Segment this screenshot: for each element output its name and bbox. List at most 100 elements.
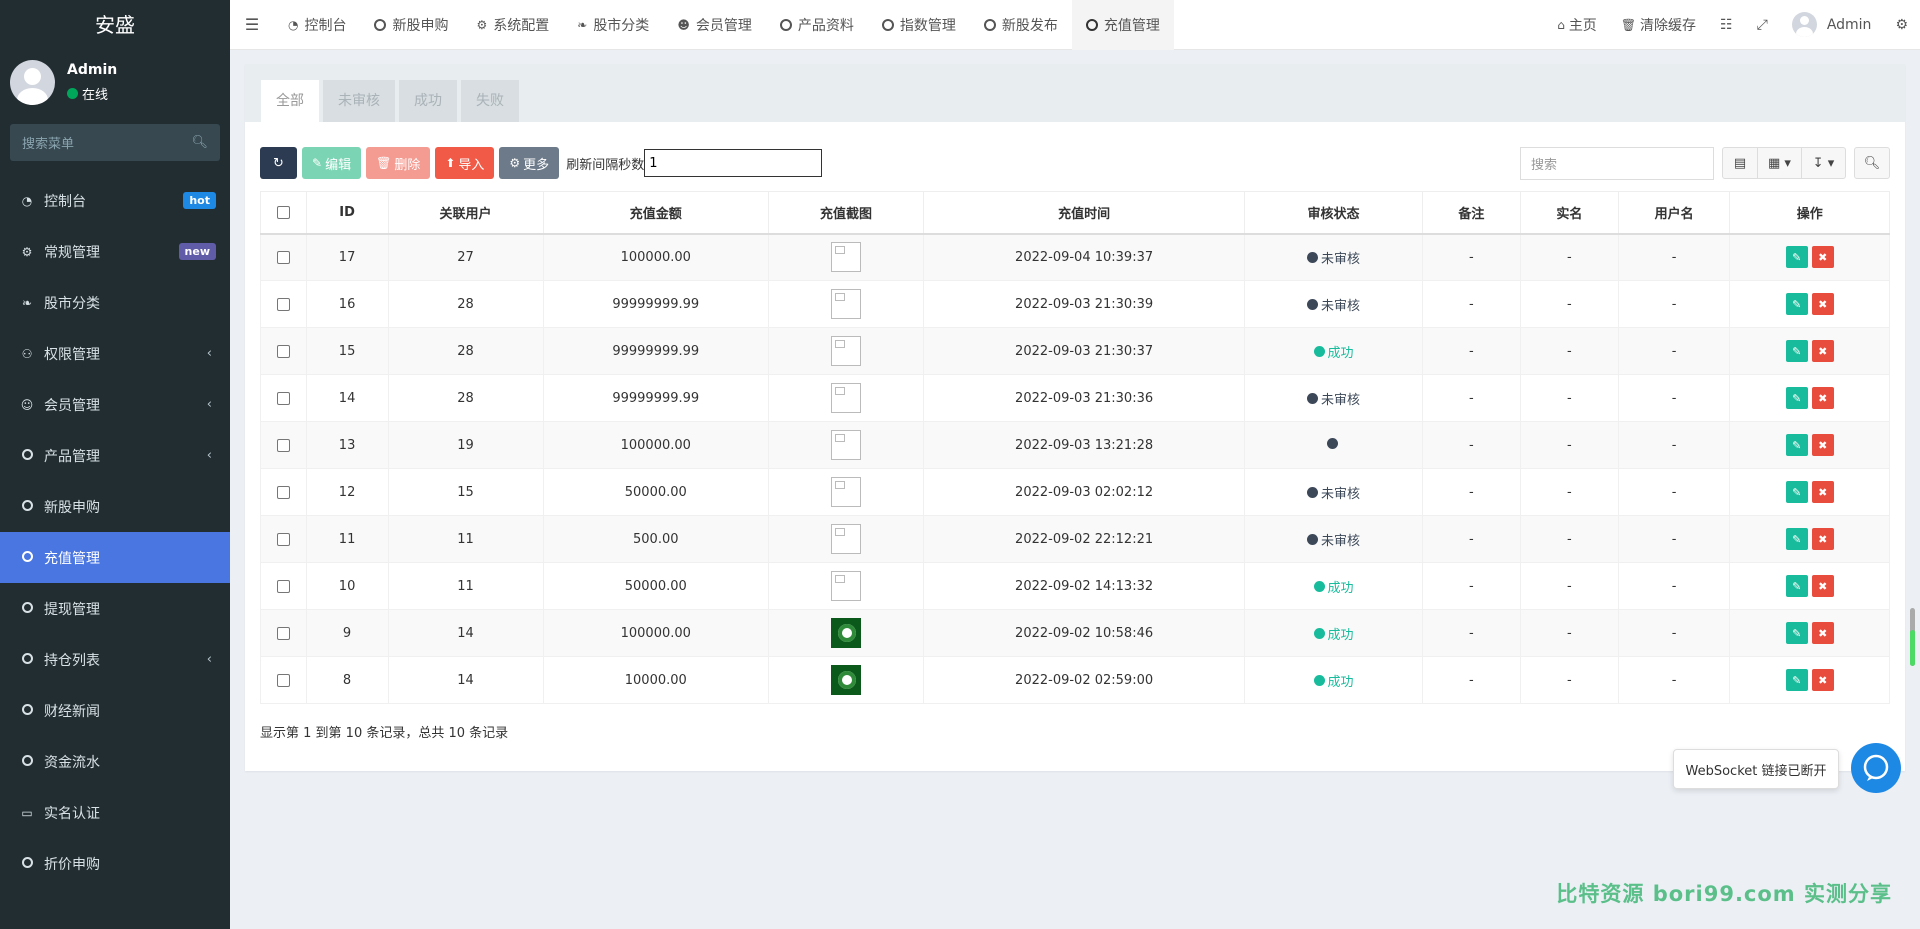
screenshot-thumbnail[interactable] <box>831 336 861 366</box>
row-checkbox[interactable] <box>276 344 290 358</box>
more-button[interactable]: ⚙ 更多 <box>499 147 560 179</box>
column-header[interactable]: 关联用户 <box>387 191 544 235</box>
table-row[interactable]: 10 11 50000.00 2022-09-02 14:13:32 成功 - - - ✎ ✖ <box>260 562 1890 610</box>
screenshot-thumbnail[interactable] <box>831 571 861 601</box>
table-row[interactable]: 13 19 100000.00 2022-09-03 13:21:28- - - ✎ ✖ <box>260 421 1890 469</box>
row-edit-button[interactable]: ✎ <box>1785 293 1808 315</box>
nav-tab[interactable]: 指数管理 <box>868 0 970 50</box>
filter-tab[interactable]: 全部 <box>261 80 319 122</box>
delete-button[interactable]: 🗑︎ 删除 <box>366 147 431 179</box>
table-row[interactable]: 16 28 99999999.99 2022-09-03 21:30:39 未审核 - - -… <box>260 280 1890 328</box>
user-menu[interactable]: Admin <box>1780 12 1884 37</box>
sidebar-item[interactable]: 折价申购 <box>0 838 230 889</box>
refresh-interval-input[interactable] <box>644 149 823 177</box>
nav-tab[interactable]: 新股申购 <box>360 0 462 50</box>
column-header[interactable]: ID <box>305 191 389 235</box>
translate-icon[interactable]: ☷ <box>1708 17 1745 33</box>
sidebar-item[interactable]: ◔ 控制台 hot <box>0 175 230 226</box>
nav-tab[interactable]: ❧ 股市分类 <box>563 0 663 50</box>
nav-tab[interactable]: ◔ 控制台 <box>274 0 360 50</box>
import-button[interactable]: ⬆ 导入 <box>435 147 495 179</box>
table-row[interactable]: 17 27 100000.00 2022-09-04 10:39:37 未审核 - - - ✎ ✖ <box>260 233 1890 281</box>
nav-tab[interactable]: ☻ 会员管理 <box>663 0 766 50</box>
row-delete-button[interactable]: ✖ <box>1811 622 1834 644</box>
screenshot-thumbnail[interactable] <box>831 477 861 507</box>
sidebar-item[interactable]: 新股申购 <box>0 481 230 532</box>
row-edit-button[interactable]: ✎ <box>1785 481 1808 503</box>
settings-gear-icon[interactable]: ⚙ <box>1883 17 1920 33</box>
row-delete-button[interactable]: ✖ <box>1811 669 1834 691</box>
sidebar-item[interactable]: 提现管理 <box>0 583 230 634</box>
row-checkbox[interactable] <box>276 297 290 311</box>
columns-button[interactable]: ▦ ▾ <box>1758 147 1802 179</box>
toggle-view-button[interactable]: ▤ <box>1722 147 1758 179</box>
filter-tab[interactable]: 成功 <box>399 80 457 122</box>
screenshot-thumbnail[interactable] <box>831 289 861 319</box>
nav-tab[interactable]: 产品资料 <box>766 0 868 50</box>
row-edit-button[interactable]: ✎ <box>1785 387 1808 409</box>
table-row[interactable]: 9 14 100000.00 2022-09-02 10:58:46 成功 - - - ✎ ✖ <box>260 609 1890 657</box>
row-edit-button[interactable]: ✎ <box>1785 575 1808 597</box>
sidebar-toggle-icon[interactable]: ☰ <box>230 15 274 34</box>
row-edit-button[interactable]: ✎ <box>1785 669 1808 691</box>
row-delete-button[interactable]: ✖ <box>1811 528 1834 550</box>
sidebar-item[interactable]: 资金流水 <box>0 736 230 787</box>
row-checkbox[interactable] <box>276 391 290 405</box>
chat-button[interactable] <box>1851 743 1901 793</box>
refresh-button[interactable]: ↻ <box>260 147 297 179</box>
screenshot-thumbnail[interactable] <box>831 383 861 413</box>
column-header[interactable]: 用户名 <box>1617 191 1731 235</box>
row-delete-button[interactable]: ✖ <box>1811 293 1834 315</box>
row-delete-button[interactable]: ✖ <box>1811 481 1834 503</box>
table-row[interactable]: 11 11 500.00 2022-09-02 22:12:21 未审核 - - - ✎ ✖ <box>260 515 1890 563</box>
row-delete-button[interactable]: ✖ <box>1811 246 1834 269</box>
nav-tab[interactable]: ⚙ 系统配置 <box>462 0 563 50</box>
page-scrollbar-thumb[interactable] <box>1910 630 1915 666</box>
sidebar-item[interactable]: ▭ 实名认证 <box>0 787 230 838</box>
filter-tab[interactable]: 未审核 <box>323 80 395 122</box>
sidebar-item[interactable]: ⚇ 权限管理 ‹ <box>0 328 230 379</box>
fullscreen-icon[interactable]: ⤢ <box>1745 17 1780 33</box>
sidebar-item[interactable]: ☺ 会员管理 ‹ <box>0 379 230 430</box>
row-edit-button[interactable]: ✎ <box>1785 434 1808 456</box>
home-link[interactable]: ⌂ 主页 <box>1545 15 1609 35</box>
row-checkbox[interactable] <box>276 532 290 546</box>
table-search-input[interactable]: 搜索 <box>1520 146 1714 180</box>
select-all-checkbox[interactable] <box>276 205 290 219</box>
column-header[interactable]: 审核状态 <box>1244 191 1423 235</box>
row-checkbox[interactable] <box>276 626 290 640</box>
row-edit-button[interactable]: ✎ <box>1785 622 1808 644</box>
nav-tab[interactable]: 新股发布 <box>970 0 1072 50</box>
row-checkbox[interactable] <box>276 485 290 499</box>
column-header[interactable]: 充值截图 <box>768 191 924 235</box>
row-checkbox[interactable] <box>276 579 290 593</box>
table-row[interactable]: 14 28 99999999.99 2022-09-03 21:30:36 未审核 - - -… <box>260 374 1890 422</box>
sidebar-item[interactable]: 产品管理 ‹ <box>0 430 230 481</box>
column-header[interactable]: 充值时间 <box>922 191 1246 235</box>
sidebar-item[interactable]: 充值管理 <box>0 532 230 583</box>
table-row[interactable]: 8 14 10000.00 2022-09-02 02:59:00 成功 - - - ✎ ✖ <box>260 656 1890 704</box>
edit-button[interactable]: ✎ 编辑 <box>302 147 362 179</box>
nav-tab[interactable]: 充值管理 <box>1071 0 1174 50</box>
table-row[interactable]: 15 28 99999999.99 2022-09-03 21:30:37 成功 - - - ✎… <box>260 327 1890 375</box>
column-header[interactable]: 实名 <box>1519 191 1619 235</box>
row-delete-button[interactable]: ✖ <box>1811 575 1834 597</box>
export-button[interactable]: ↧ ▾ <box>1802 147 1846 179</box>
screenshot-thumbnail[interactable] <box>831 524 861 554</box>
screenshot-thumbnail[interactable] <box>831 665 861 695</box>
sidebar-search-input[interactable]: 搜索菜单 🔍︎ <box>10 124 220 161</box>
row-delete-button[interactable]: ✖ <box>1811 387 1834 409</box>
table-row[interactable]: 12 15 50000.00 2022-09-03 02:02:12 未审核 - - - ✎ ✖ <box>260 468 1890 516</box>
sidebar-item[interactable]: ❧ 股市分类 <box>0 277 230 328</box>
sidebar-item[interactable]: 持仓列表 ‹ <box>0 634 230 685</box>
screenshot-thumbnail[interactable] <box>831 430 861 460</box>
filter-tab[interactable]: 失败 <box>461 80 519 122</box>
row-delete-button[interactable]: ✖ <box>1811 340 1834 362</box>
clear-cache-button[interactable]: 🗑︎ 清除缓存 <box>1609 15 1708 35</box>
advanced-search-button[interactable]: 🔍︎ <box>1854 147 1890 179</box>
column-header[interactable]: 操作 <box>1729 191 1890 235</box>
row-edit-button[interactable]: ✎ <box>1785 528 1808 550</box>
screenshot-thumbnail[interactable] <box>831 618 861 648</box>
sidebar-item[interactable]: ⚙ 常规管理 new <box>0 226 230 277</box>
column-header[interactable]: 充值金额 <box>542 191 770 235</box>
